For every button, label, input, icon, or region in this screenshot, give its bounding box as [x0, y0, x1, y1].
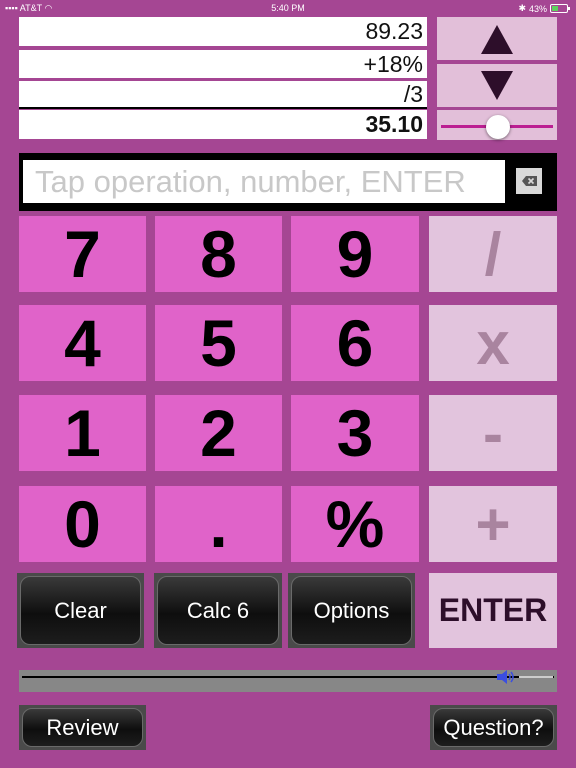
- calc-button-label: Calc 6: [157, 576, 279, 645]
- key-6[interactable]: 6: [291, 305, 419, 381]
- volume-track-remaining: [519, 676, 553, 678]
- key-5[interactable]: 5: [155, 305, 282, 381]
- status-right: ✱ 43%: [518, 3, 570, 14]
- key-3[interactable]: 3: [291, 395, 419, 471]
- scroll-down-button[interactable]: [437, 64, 557, 107]
- battery-icon: [550, 4, 570, 13]
- question-button-label: Question?: [433, 708, 554, 747]
- speaker-icon[interactable]: [495, 670, 517, 684]
- options-button-label: Options: [291, 576, 412, 645]
- scroll-up-button[interactable]: [437, 17, 557, 60]
- volume-slider[interactable]: [19, 670, 557, 692]
- enter-button[interactable]: ENTER: [429, 573, 557, 648]
- result-divider: [19, 107, 427, 109]
- tape-line-2: +18%: [19, 50, 427, 78]
- tape-result: 35.10: [19, 110, 427, 139]
- entry-field-wrapper: [19, 153, 557, 211]
- review-button[interactable]: Review: [19, 705, 146, 750]
- status-bar: ▪▪▪▪ AT&T ◠ 5:40 PM ✱ 43%: [0, 0, 576, 16]
- up-arrow-icon: [481, 24, 513, 54]
- key-0[interactable]: 0: [19, 486, 146, 562]
- key-decimal[interactable]: .: [155, 486, 282, 562]
- key-8[interactable]: 8: [155, 216, 282, 292]
- key-multiply[interactable]: x: [429, 305, 557, 381]
- options-button[interactable]: Options: [288, 573, 415, 648]
- entry-input[interactable]: [23, 160, 505, 203]
- question-button[interactable]: Question?: [430, 705, 557, 750]
- clear-button-label: Clear: [20, 576, 141, 645]
- down-arrow-icon: [481, 70, 513, 100]
- key-4[interactable]: 4: [19, 305, 146, 381]
- key-2[interactable]: 2: [155, 395, 282, 471]
- key-9[interactable]: 9: [291, 216, 419, 292]
- clock: 5:40 PM: [271, 3, 305, 13]
- key-divide[interactable]: /: [429, 216, 557, 292]
- key-add[interactable]: +: [429, 486, 557, 562]
- adjust-slider-knob[interactable]: [486, 115, 510, 139]
- tape-line-1: 89.23: [19, 17, 427, 46]
- key-subtract[interactable]: -: [429, 395, 557, 471]
- key-percent[interactable]: %: [291, 486, 419, 562]
- volume-track: [22, 676, 554, 678]
- adjust-slider[interactable]: [437, 110, 557, 140]
- bluetooth-icon: ✱: [518, 3, 526, 13]
- review-button-label: Review: [22, 708, 143, 747]
- key-1[interactable]: 1: [19, 395, 146, 471]
- backspace-icon[interactable]: [516, 168, 542, 194]
- clear-button[interactable]: Clear: [17, 573, 144, 648]
- battery-percent: 43%: [528, 3, 547, 14]
- tape-line-3: /3: [19, 81, 427, 107]
- calc-button[interactable]: Calc 6: [154, 573, 282, 648]
- key-7[interactable]: 7: [19, 216, 146, 292]
